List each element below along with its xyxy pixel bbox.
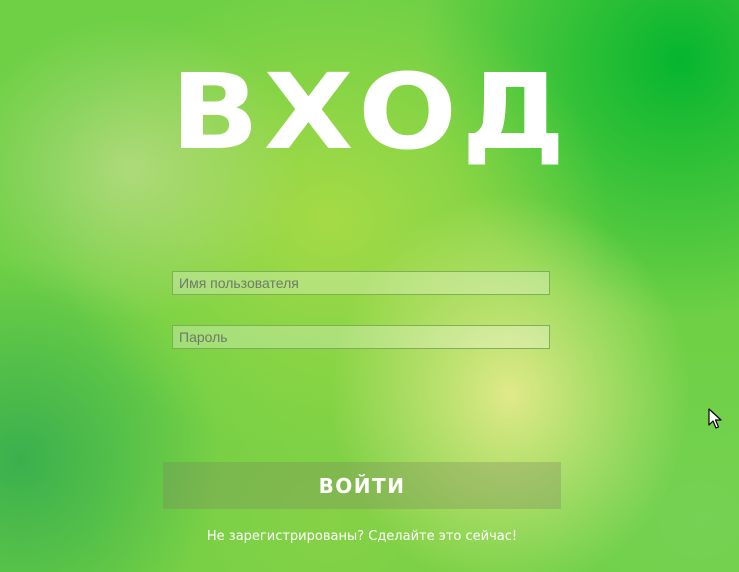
page-title: ВХОД bbox=[170, 51, 570, 173]
login-screen: ВХОД ВОЙТИ Не зарегистрированы? Сделайте… bbox=[0, 0, 739, 572]
register-link[interactable]: Не зарегистрированы? Сделайте это сейчас… bbox=[0, 528, 724, 546]
username-input[interactable] bbox=[172, 271, 550, 295]
login-button[interactable]: ВОЙТИ bbox=[163, 462, 561, 509]
arrow-cursor-icon bbox=[708, 408, 722, 429]
password-input[interactable] bbox=[172, 325, 550, 349]
